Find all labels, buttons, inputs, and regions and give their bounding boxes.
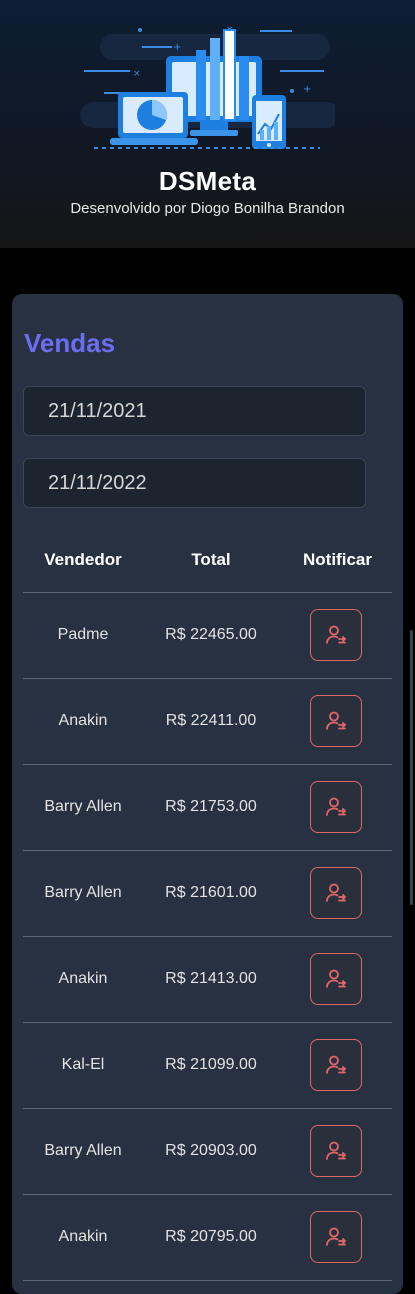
notify-button[interactable]	[310, 867, 362, 919]
seller-name: Anakin	[58, 970, 108, 987]
notify-button[interactable]	[310, 695, 362, 747]
notify-user-icon	[324, 967, 348, 991]
seller-name: Kal-El	[61, 1056, 105, 1073]
column-header-notify: Notificar	[303, 550, 372, 569]
table-row: Padme R$ 22465.00	[23, 593, 392, 679]
column-header-seller: Vendedor	[44, 550, 122, 569]
max-date-input[interactable]	[23, 458, 366, 508]
notify-user-icon	[324, 623, 348, 647]
table-row: Anakin R$ 21413.00	[23, 937, 392, 1023]
sale-total: R$ 22411.00	[165, 712, 257, 729]
table-row: Anakin R$ 22411.00	[23, 679, 392, 765]
notify-button[interactable]	[310, 953, 362, 1005]
notify-button[interactable]	[310, 781, 362, 833]
notify-button[interactable]	[310, 1039, 362, 1091]
seller-name: Padme	[57, 626, 109, 643]
seller-name: Barry Allen	[44, 884, 122, 901]
sales-table: Vendedor Total Notificar Padme R$ 22465.0…	[23, 530, 392, 1281]
table-row: Barry Allen R$ 21601.00	[23, 851, 392, 937]
dashboard-devices-logo-icon: × × + +	[80, 25, 335, 149]
sale-total: R$ 22465.00	[165, 626, 257, 643]
table-row: Barry Allen R$ 21753.00	[23, 765, 392, 851]
notify-button[interactable]	[310, 1211, 362, 1263]
scrollbar[interactable]	[410, 630, 413, 905]
sale-total: R$ 21601.00	[165, 884, 257, 901]
seller-name: Barry Allen	[44, 1142, 122, 1159]
notify-button[interactable]	[310, 1125, 362, 1177]
sales-card: Vendas Vendedor Total Notificar Padme R$ …	[12, 294, 403, 1294]
notify-user-icon	[324, 1053, 348, 1077]
table-row: Anakin R$ 20795.00	[23, 1195, 392, 1281]
table-row: Kal-El R$ 21099.00	[23, 1023, 392, 1109]
app-header: × × + + DSMeta Desenvolvido por Diogo Bo…	[0, 0, 415, 248]
app-subtitle: Desenvolvido por Diogo Bonilha Brandon	[70, 200, 345, 217]
column-header-total: Total	[191, 550, 231, 569]
svg-text:×: ×	[133, 69, 141, 79]
notify-user-icon	[324, 1139, 348, 1163]
notify-user-icon	[324, 709, 348, 733]
notify-user-icon	[324, 881, 348, 905]
seller-name: Anakin	[58, 1228, 108, 1245]
notify-user-icon	[324, 1225, 348, 1249]
notify-user-icon	[324, 795, 348, 819]
min-date-input[interactable]	[23, 386, 366, 436]
seller-name: Barry Allen	[44, 798, 122, 815]
svg-text:+: +	[303, 84, 311, 95]
table-row: Barry Allen R$ 20903.00	[23, 1109, 392, 1195]
sale-total: R$ 21413.00	[165, 970, 257, 987]
seller-name: Anakin	[58, 712, 108, 729]
notify-button[interactable]	[310, 609, 362, 661]
sale-total: R$ 20795.00	[165, 1228, 257, 1245]
sale-total: R$ 21753.00	[165, 798, 257, 815]
sale-total: R$ 20903.00	[165, 1142, 257, 1159]
sales-title: Vendas	[24, 328, 116, 358]
table-header: Vendedor Total Notificar	[23, 530, 392, 593]
svg-text:+: +	[173, 42, 181, 53]
sale-total: R$ 21099.00	[165, 1056, 257, 1073]
app-title: DSMeta	[158, 166, 257, 196]
